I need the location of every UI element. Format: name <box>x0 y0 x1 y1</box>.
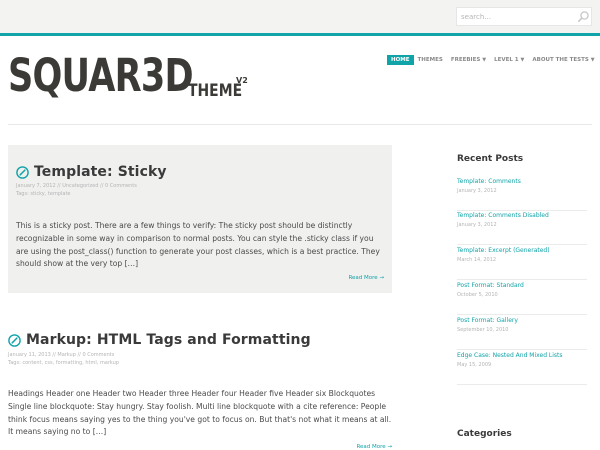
recent-post-date: March 14, 2012 <box>457 257 497 263</box>
search-box[interactable] <box>456 7 592 26</box>
post-tags: Tags: sticky, template <box>16 190 71 198</box>
logo-version: V2 <box>236 76 248 85</box>
nav-item-about-the-tests[interactable]: ABOUT THE TESTS ▼ <box>528 55 598 65</box>
recent-post-date: January 3, 2012 <box>457 188 497 194</box>
top-bar <box>0 0 600 34</box>
post-excerpt: This is a sticky post. There are a few t… <box>16 221 380 269</box>
recent-post-link[interactable]: Post Format: Gallery <box>457 316 587 325</box>
nav-item-label: THEMES <box>417 57 443 63</box>
read-more-link[interactable]: Read More → <box>348 275 384 281</box>
recent-posts-heading: Recent Posts <box>457 154 524 164</box>
nav-item-home[interactable]: HOME <box>387 55 414 65</box>
meta-separator: // <box>77 352 81 358</box>
post-date: January 7, 2012 <box>16 183 56 189</box>
post-date: January 11, 2013 <box>8 352 51 358</box>
chevron-down-icon: ▼ <box>590 57 595 63</box>
header-divider <box>8 124 592 125</box>
search-input[interactable] <box>457 8 575 25</box>
recent-post-link[interactable]: Edge Case: Nested And Mixed Lists <box>457 351 587 360</box>
recent-post-link[interactable]: Template: Excerpt (Generated) <box>457 246 587 255</box>
recent-post-date: January 3, 2012 <box>457 222 497 228</box>
post-meta: January 7, 2012 // Uncategorized // 0 Co… <box>16 182 137 190</box>
search-icon[interactable] <box>577 10 590 23</box>
tags-label: Tags: <box>16 191 29 197</box>
post-category-link[interactable]: Markup <box>57 352 76 358</box>
read-more-link[interactable]: Read More → <box>356 444 392 450</box>
accent-line <box>0 33 600 36</box>
post-sticky: Template: Sticky January 7, 2012 // Unca… <box>8 145 392 293</box>
recent-post-link[interactable]: Template: Comments <box>457 177 587 186</box>
chevron-down-icon: ▼ <box>482 57 487 63</box>
post-tags: Tags: content, css, formatting, html, ma… <box>8 359 119 367</box>
recent-post-item: Post Format: Gallery September 10, 2010 <box>457 316 587 350</box>
tags-label: Tags: <box>8 360 21 366</box>
chevron-down-icon: ▼ <box>520 57 525 63</box>
post-tags-links[interactable]: content, css, formatting, html, markup <box>22 360 119 366</box>
nav-item-freebies[interactable]: FREEBIES ▼ <box>447 55 490 65</box>
nav-item-label: ABOUT THE TESTS <box>532 57 589 63</box>
recent-post-date: October 5, 2010 <box>457 292 498 298</box>
post-title-row: Markup: HTML Tags and Formatting <box>8 332 311 348</box>
post-category-link[interactable]: Uncategorized <box>62 183 98 189</box>
post-title[interactable]: Markup: HTML Tags and Formatting <box>26 332 311 348</box>
post-meta: January 11, 2013 // Markup // 0 Comments <box>8 351 114 359</box>
meta-separator: // <box>100 183 104 189</box>
recent-post-item: Post Format: Standard October 5, 2010 <box>457 281 587 315</box>
logo-main-text: SQUAR3D <box>8 49 194 102</box>
post-excerpt: Headings Header one Header two Header th… <box>8 389 392 437</box>
recent-post-item: Template: Comments January 3, 2012 <box>457 177 587 211</box>
meta-separator: // <box>52 352 56 358</box>
post-tags-links[interactable]: sticky, template <box>30 191 70 197</box>
recent-post-item: Template: Comments Disabled January 3, 2… <box>457 211 587 245</box>
logo-theme-text: THEME <box>188 81 243 101</box>
post-markup: Markup: HTML Tags and Formatting January… <box>8 314 392 450</box>
recent-post-link[interactable]: Template: Comments Disabled <box>457 211 587 220</box>
post-title[interactable]: Template: Sticky <box>34 164 167 180</box>
nav-item-label: FREEBIES <box>450 57 481 63</box>
compass-pencil-icon <box>16 165 29 179</box>
nav-item-level-1[interactable]: LEVEL 1 ▼ <box>490 55 528 65</box>
main-nav: HOME THEMES FREEBIES ▼ LEVEL 1 ▼ ABOUT T… <box>387 55 599 65</box>
recent-post-date: May 15, 2009 <box>457 362 492 368</box>
recent-post-link[interactable]: Post Format: Standard <box>457 281 587 290</box>
recent-post-item: Template: Excerpt (Generated) March 14, … <box>457 246 587 280</box>
nav-item-label: LEVEL 1 <box>494 57 519 63</box>
meta-separator: // <box>57 183 61 189</box>
site-logo[interactable]: SQUAR3D THEME V2 <box>8 50 248 106</box>
nav-item-themes[interactable]: THEMES <box>414 55 447 65</box>
categories-heading: Categories <box>457 429 512 439</box>
post-comments-link[interactable]: 0 Comments <box>105 183 137 189</box>
nav-item-label: HOME <box>391 57 410 63</box>
compass-pencil-icon <box>8 333 21 347</box>
post-title-row: Template: Sticky <box>16 164 167 180</box>
recent-post-item: Edge Case: Nested And Mixed Lists May 15… <box>457 351 587 385</box>
post-comments-link[interactable]: 0 Comments <box>82 352 114 358</box>
recent-post-date: September 10, 2010 <box>457 327 509 333</box>
